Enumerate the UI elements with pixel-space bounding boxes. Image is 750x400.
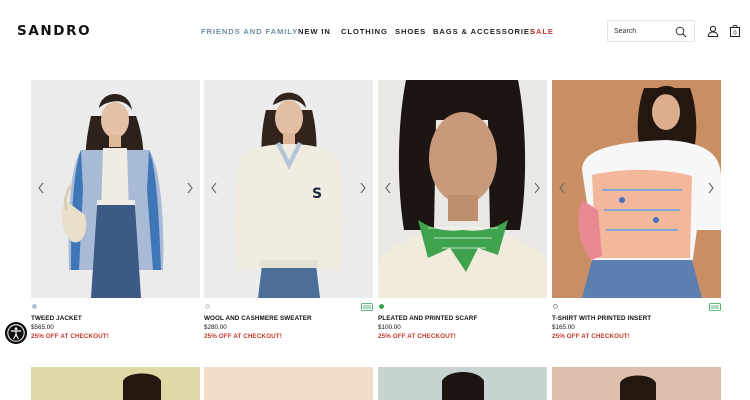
- carousel-next-icon[interactable]: [358, 181, 368, 195]
- product-name[interactable]: T-SHIRT WITH PRINTED INSERT: [552, 315, 651, 322]
- nav-friends-and-family[interactable]: FRIENDS AND FAMILY: [201, 27, 298, 36]
- site-header: SANDRO FRIENDS AND FAMILY NEW IN CLOTHIN…: [0, 0, 750, 62]
- eco-label-icon: [709, 303, 721, 311]
- product-image-row2-4[interactable]: [552, 367, 721, 400]
- carousel-next-icon[interactable]: [706, 181, 716, 195]
- nav-new-in[interactable]: NEW IN: [298, 27, 331, 36]
- product-image-row2-3[interactable]: [378, 367, 547, 400]
- color-swatch[interactable]: [379, 304, 384, 309]
- nav-bags-accessories[interactable]: BAGS & ACCESSORIES: [433, 27, 536, 36]
- product-name[interactable]: PLEATED AND PRINTED SCARF: [378, 315, 477, 322]
- product-price: $565.00: [31, 324, 54, 331]
- product-name[interactable]: TWEED JACKET: [31, 315, 82, 322]
- search-input[interactable]: [614, 25, 674, 38]
- carousel-prev-icon[interactable]: [383, 181, 393, 195]
- product-price: $165.00: [552, 324, 575, 331]
- nav-clothing[interactable]: CLOTHING: [341, 27, 388, 36]
- carousel-prev-icon[interactable]: [209, 181, 219, 195]
- color-swatch[interactable]: [32, 304, 37, 309]
- nav-sale[interactable]: SALE: [530, 27, 554, 36]
- user-icon[interactable]: [707, 25, 719, 37]
- product-image-printed-tshirt[interactable]: [552, 80, 721, 298]
- svg-text:S: S: [312, 186, 322, 202]
- product-promo: 25% OFF AT CHECKOUT!: [378, 333, 456, 340]
- product-image-wool-sweater[interactable]: S: [204, 80, 373, 298]
- product-image-pleated-scarf[interactable]: [378, 80, 547, 298]
- product-price: $280.00: [204, 324, 227, 331]
- accessibility-icon[interactable]: [5, 322, 27, 344]
- cart-count: 0: [733, 31, 737, 37]
- product-name[interactable]: WOOL AND CASHMERE SWEATER: [204, 315, 312, 322]
- carousel-next-icon[interactable]: [532, 181, 542, 195]
- product-promo: 25% OFF AT CHECKOUT!: [31, 333, 109, 340]
- color-swatch[interactable]: [205, 304, 210, 309]
- product-image-tweed-jacket[interactable]: [31, 80, 200, 298]
- product-promo: 25% OFF AT CHECKOUT!: [552, 333, 630, 340]
- product-price: $100.00: [378, 324, 401, 331]
- carousel-next-icon[interactable]: [185, 181, 195, 195]
- nav-shoes[interactable]: SHOES: [395, 27, 426, 36]
- product-image-row2-1[interactable]: [31, 367, 200, 400]
- color-swatch[interactable]: [553, 304, 558, 309]
- carousel-prev-icon[interactable]: [557, 181, 567, 195]
- product-promo: 25% OFF AT CHECKOUT!: [204, 333, 282, 340]
- product-image-row2-2[interactable]: [204, 367, 373, 400]
- carousel-prev-icon[interactable]: [36, 181, 46, 195]
- shopping-bag-icon[interactable]: 0: [729, 24, 741, 37]
- eco-label-icon: [361, 303, 373, 311]
- search-icon[interactable]: [675, 26, 687, 38]
